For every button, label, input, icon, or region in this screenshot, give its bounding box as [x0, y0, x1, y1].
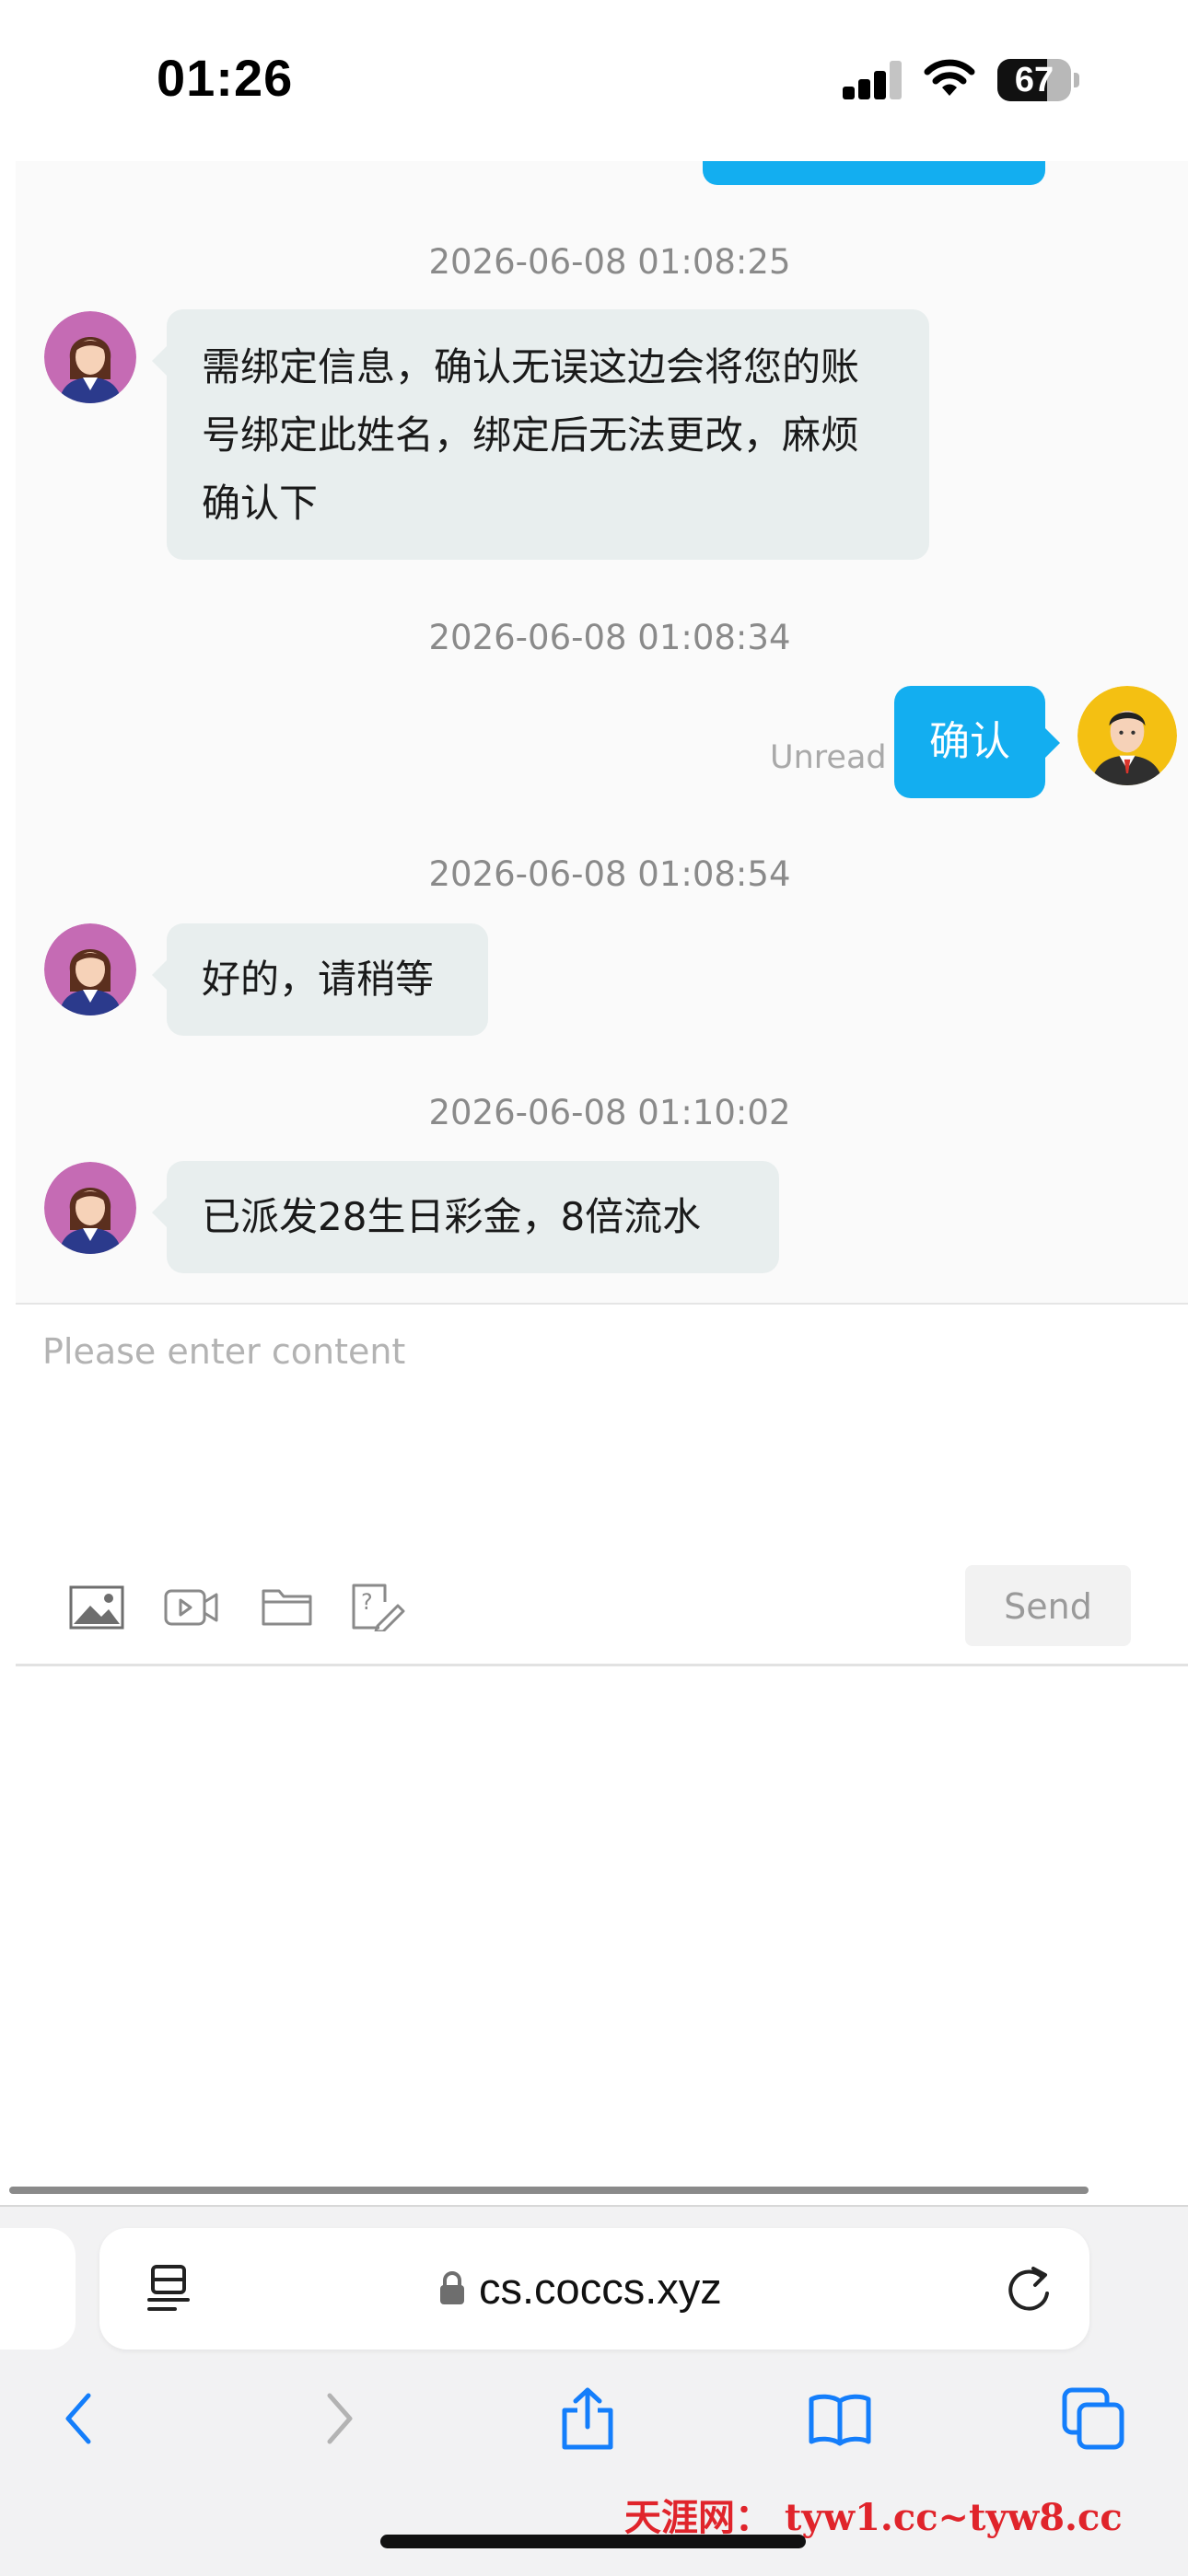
message-input[interactable]: [28, 1318, 1160, 1503]
feedback-icon[interactable]: ?: [348, 1582, 405, 1631]
user-message-bubble: 确认: [894, 686, 1060, 798]
agent-avatar-icon: [44, 311, 136, 403]
agent-avatar: [44, 1162, 136, 1254]
back-icon[interactable]: [48, 2386, 112, 2451]
signal-icon: [843, 61, 903, 99]
folder-icon[interactable]: [259, 1582, 316, 1631]
wifi-icon: [924, 59, 975, 96]
image-icon[interactable]: [68, 1582, 125, 1631]
message-timestamp: 2026-06-08 01:08:25: [428, 242, 791, 282]
forward-icon[interactable]: [306, 2386, 370, 2451]
status-time: 01:26: [157, 49, 294, 107]
user-avatar: [1077, 686, 1177, 785]
send-button[interactable]: Send: [965, 1565, 1131, 1646]
home-indicator[interactable]: [380, 2535, 806, 2548]
page-menu-icon[interactable]: [147, 2263, 193, 2315]
bookmarks-icon[interactable]: [808, 2386, 872, 2451]
agent-avatar: [44, 311, 136, 403]
video-icon[interactable]: [163, 1582, 220, 1631]
previous-tab-card[interactable]: [0, 2228, 76, 2350]
reload-icon[interactable]: [1002, 2263, 1055, 2316]
tabs-icon[interactable]: [1061, 2386, 1125, 2451]
scroll-indicator[interactable]: [9, 2187, 1089, 2194]
agent-avatar-icon: [44, 1162, 136, 1254]
battery-level: 67: [1014, 61, 1054, 99]
previous-message-bubble: [703, 161, 1045, 185]
agent-message-bubble: 需绑定信息，确认无误这边会将您的账号绑定此姓名，绑定后无法更改，麻烦确认下: [152, 309, 929, 560]
lock-icon: [440, 2271, 464, 2304]
share-icon[interactable]: [555, 2386, 620, 2451]
agent-avatar: [44, 923, 136, 1015]
message-timestamp: 2026-06-08 01:08:34: [428, 618, 791, 657]
message-timestamp: 2026-06-08 01:10:02: [428, 1093, 791, 1132]
unread-status: Unread: [770, 739, 887, 776]
agent-message-bubble: 好的，请稍等: [152, 923, 488, 1036]
watermark-text: 天涯网： tyw1.cc~tyw8.cc: [624, 2496, 1123, 2539]
svg-text:?: ?: [361, 1589, 373, 1615]
battery-icon: 67: [997, 59, 1080, 101]
composer-divider: [16, 1303, 1188, 1305]
url-text[interactable]: cs.coccs.xyz: [479, 2263, 722, 2314]
user-avatar-icon: [1077, 686, 1177, 785]
agent-avatar-icon: [44, 923, 136, 1015]
agent-message-bubble: 已派发28生日彩金，8倍流水: [152, 1161, 779, 1273]
composer-bottom-divider: [16, 1664, 1188, 1666]
message-timestamp: 2026-06-08 01:08:54: [428, 854, 791, 894]
